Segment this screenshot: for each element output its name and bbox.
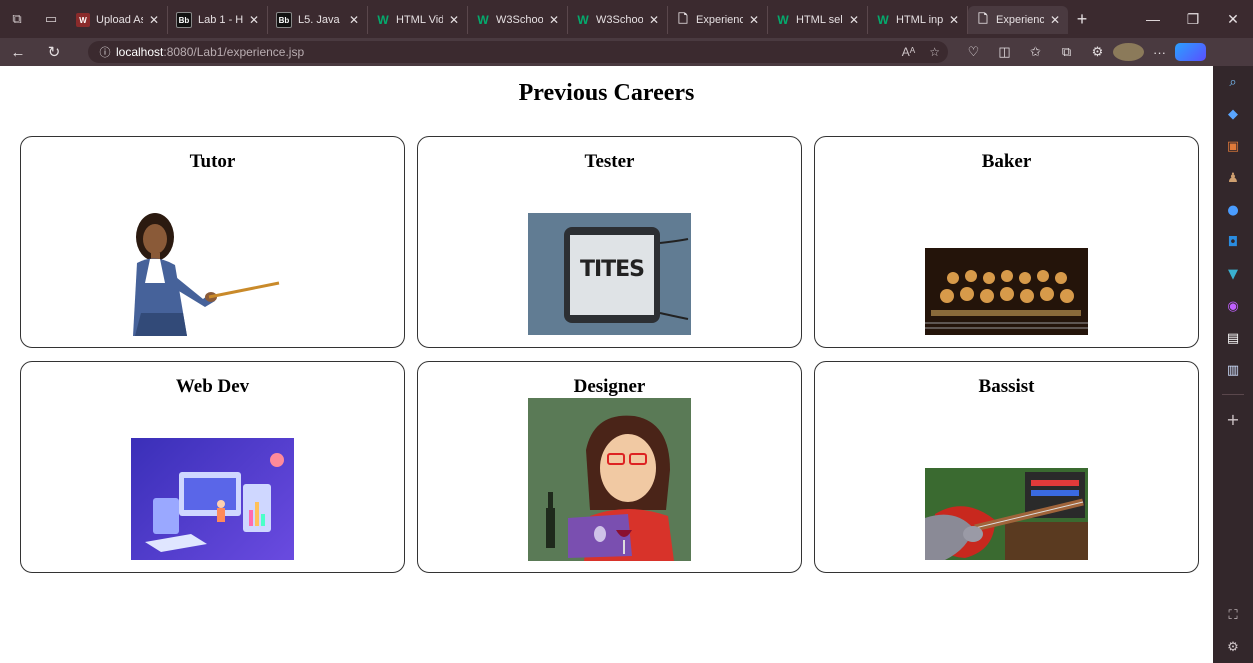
restore-icon[interactable]: ❐ bbox=[1173, 0, 1213, 38]
tab-close-icon[interactable]: ✕ bbox=[849, 13, 859, 27]
tab-html-input[interactable]: W HTML inpu ✕ bbox=[868, 6, 968, 34]
w3-favicon-icon: W bbox=[577, 13, 589, 27]
tab-experience-1[interactable]: 🗋 Experience ✕ bbox=[668, 6, 768, 34]
bassist-image bbox=[925, 468, 1088, 560]
microsoft365-icon[interactable]: ● bbox=[1213, 194, 1253, 226]
designer-image bbox=[528, 398, 691, 561]
browser-essentials-icon[interactable]: ♡ bbox=[958, 44, 989, 60]
sidebar-divider bbox=[1222, 394, 1244, 395]
tab-close-icon[interactable]: ✕ bbox=[749, 13, 759, 27]
screenshot-icon[interactable]: ⛶ bbox=[1213, 599, 1253, 631]
page-content: Previous Careers Tutor Tester TITES Bake… bbox=[0, 66, 1213, 663]
search-icon[interactable]: ⌕ bbox=[1213, 66, 1253, 98]
career-title: Tester bbox=[584, 151, 635, 172]
baker-image bbox=[925, 248, 1088, 335]
career-title: Web Dev bbox=[175, 376, 250, 397]
career-card-bassist: Bassist bbox=[814, 361, 1199, 573]
messenger-icon[interactable]: ◉ bbox=[1213, 290, 1253, 322]
video-app-icon[interactable]: ▥ bbox=[1213, 354, 1253, 386]
tab-close-icon[interactable]: ✕ bbox=[449, 13, 459, 27]
career-card-tester: Tester TITES bbox=[417, 136, 802, 348]
favorites-icon[interactable]: ✩ bbox=[1020, 44, 1051, 60]
telegram-icon[interactable]: ▼ bbox=[1213, 258, 1253, 290]
sidebar-settings-icon[interactable]: ⚙ bbox=[1213, 631, 1253, 663]
back-icon[interactable]: ← bbox=[0, 38, 36, 66]
blackboard-icon[interactable]: ▤ bbox=[1213, 322, 1253, 354]
career-card-web-dev: Web Dev bbox=[20, 361, 405, 573]
tab-close-icon[interactable]: ✕ bbox=[549, 13, 559, 27]
tools-briefcase-icon[interactable]: ▣ bbox=[1213, 130, 1253, 162]
info-icon[interactable]: ⓘ bbox=[94, 44, 116, 60]
career-card-tutor: Tutor bbox=[20, 136, 405, 348]
career-title: Bassist bbox=[978, 376, 1035, 397]
tester-image-text: TITES bbox=[579, 257, 645, 282]
tab-w3schools-2[interactable]: W W3Schools ✕ bbox=[568, 6, 668, 34]
tab-close-icon[interactable]: ✕ bbox=[349, 13, 359, 27]
window-close-icon[interactable]: ✕ bbox=[1213, 0, 1253, 38]
profile-avatar[interactable] bbox=[1113, 43, 1144, 61]
bb-favicon-icon: Bb bbox=[176, 12, 192, 28]
bb-favicon-icon: Bb bbox=[276, 12, 292, 28]
read-aloud-icon[interactable]: Aᴬ bbox=[902, 45, 915, 59]
w3-favicon-icon: W bbox=[777, 13, 789, 27]
upload-favicon-icon: W bbox=[76, 13, 90, 27]
shopping-tag-icon[interactable]: ◆ bbox=[1213, 98, 1253, 130]
tab-close-icon[interactable]: ✕ bbox=[649, 13, 659, 27]
url-bar[interactable]: ⓘ localhost:8080/Lab1/experience.jsp Aᴬ … bbox=[88, 41, 948, 63]
copilot-icon[interactable] bbox=[1175, 43, 1206, 61]
url-path: :8080/Lab1/experience.jsp bbox=[163, 45, 305, 59]
tab-upload[interactable]: W Upload As ✕ bbox=[68, 6, 168, 34]
tab-close-icon[interactable]: ✕ bbox=[249, 13, 259, 27]
edge-sidebar: ⌕ ◆ ▣ ♟ ● ◘ ▼ ◉ ▤ ▥ + ⛶ ⚙ bbox=[1213, 66, 1253, 663]
outlook-icon[interactable]: ◘ bbox=[1213, 226, 1253, 258]
tab-close-icon[interactable]: ✕ bbox=[149, 13, 159, 27]
games-icon[interactable]: ♟ bbox=[1213, 162, 1253, 194]
split-screen-icon[interactable]: ◫ bbox=[989, 44, 1020, 60]
address-bar-row: ← ↻ ⓘ localhost:8080/Lab1/experience.jsp… bbox=[0, 38, 1253, 66]
tab-lab1[interactable]: Bb Lab 1 - HTI ✕ bbox=[168, 6, 268, 34]
minimize-icon[interactable]: — bbox=[1133, 0, 1173, 38]
new-tab-icon[interactable]: + bbox=[1068, 5, 1096, 33]
page-title: Previous Careers bbox=[518, 80, 695, 106]
tab-actions-icon[interactable]: ▭ bbox=[34, 0, 68, 38]
tab-html-video[interactable]: W HTML Vide ✕ bbox=[368, 6, 468, 34]
add-sidebar-app-icon[interactable]: + bbox=[1213, 403, 1253, 435]
favorite-star-icon[interactable]: ☆ bbox=[929, 45, 940, 59]
workspaces-icon[interactable]: ⧉ bbox=[0, 0, 34, 38]
career-card-baker: Baker bbox=[814, 136, 1199, 348]
career-title: Designer bbox=[573, 376, 646, 397]
w3-favicon-icon: W bbox=[477, 13, 489, 27]
collections-icon[interactable]: ⧉ bbox=[1051, 44, 1082, 60]
tab-experience-active[interactable]: 🗋 Experience ✕ bbox=[968, 6, 1068, 34]
tab-close-icon[interactable]: ✕ bbox=[949, 13, 959, 27]
document-favicon-icon: 🗋 bbox=[678, 11, 688, 26]
url-host: localhost bbox=[116, 45, 164, 59]
refresh-icon[interactable]: ↻ bbox=[36, 38, 72, 66]
tutor-image bbox=[131, 173, 294, 336]
w3-favicon-icon: W bbox=[877, 13, 889, 27]
more-options-icon[interactable]: ··· bbox=[1144, 45, 1175, 60]
document-favicon-icon: 🗋 bbox=[978, 11, 988, 26]
career-title: Baker bbox=[981, 151, 1032, 172]
tester-image: TITES bbox=[528, 213, 691, 335]
web-dev-image bbox=[131, 438, 294, 560]
w3-favicon-icon: W bbox=[377, 13, 389, 27]
tab-html-select[interactable]: W HTML selec ✕ bbox=[768, 6, 868, 34]
tab-java[interactable]: Bb L5. Java Se ✕ bbox=[268, 6, 368, 34]
extensions-icon[interactable]: ⚙ bbox=[1082, 44, 1113, 60]
tab-w3schools-1[interactable]: W W3Schools ✕ bbox=[468, 6, 568, 34]
career-card-designer: Designer bbox=[417, 361, 802, 573]
tab-close-icon[interactable]: ✕ bbox=[1050, 13, 1060, 27]
career-title: Tutor bbox=[189, 151, 236, 172]
tab-strip: ⧉ ▭ W Upload As ✕ Bb Lab 1 - HTI ✕ Bb L5… bbox=[0, 0, 1253, 38]
